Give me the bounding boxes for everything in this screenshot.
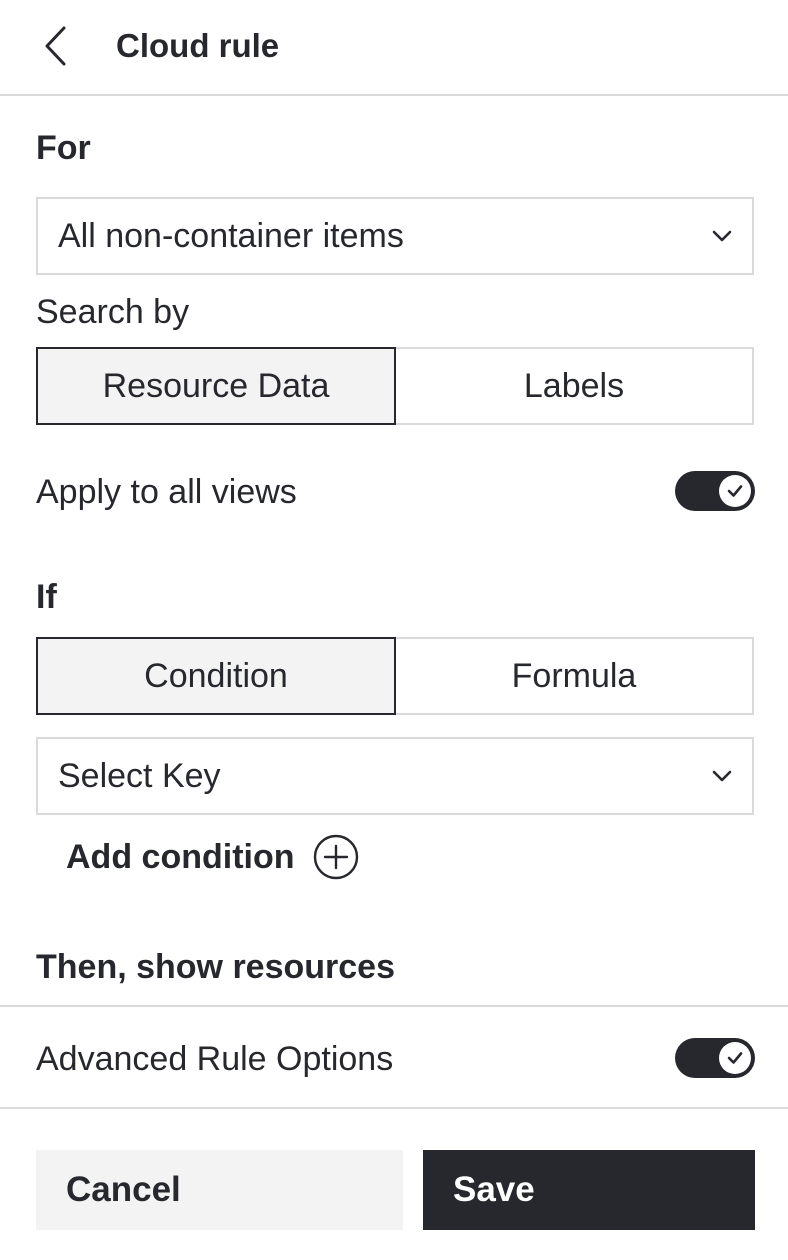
chevron-left-icon — [45, 26, 66, 66]
add-condition-button[interactable]: Add condition — [66, 834, 359, 880]
cancel-button[interactable]: Cancel — [36, 1150, 403, 1230]
toggle-knob — [719, 475, 751, 507]
check-icon — [727, 1052, 743, 1064]
for-select[interactable]: All non-container items — [36, 197, 754, 275]
select-key-dropdown[interactable]: Select Key — [36, 737, 754, 815]
save-button[interactable]: Save — [423, 1150, 755, 1230]
panel-header: Cloud rule — [0, 0, 788, 96]
page-title: Cloud rule — [116, 27, 280, 64]
for-section-title: For — [36, 129, 91, 167]
add-condition-label: Add condition — [66, 838, 295, 876]
if-mode-segmented-control: Condition Formula — [36, 637, 754, 715]
if-section-title: If — [36, 578, 57, 616]
if-mode-condition[interactable]: Condition — [36, 637, 396, 715]
search-by-labels[interactable]: Labels — [396, 349, 752, 423]
cloud-rule-panel: Cloud rule For All non-container items S… — [0, 0, 788, 1260]
toggle-knob — [719, 1042, 751, 1074]
divider — [0, 1107, 788, 1109]
apply-all-views-toggle[interactable] — [675, 471, 755, 511]
advanced-options-toggle[interactable] — [675, 1038, 755, 1078]
search-by-segmented-control: Resource Data Labels — [36, 347, 754, 425]
divider — [0, 1005, 788, 1007]
search-by-label: Search by — [36, 293, 190, 331]
plus-circle-icon — [313, 834, 358, 880]
advanced-options-label: Advanced Rule Options — [36, 1040, 394, 1078]
search-by-resource-data[interactable]: Resource Data — [36, 347, 396, 425]
select-key-value: Select Key — [58, 757, 221, 795]
then-section-title: Then, show resources — [36, 948, 395, 986]
chevron-down-icon — [712, 230, 732, 242]
chevron-down-icon — [712, 770, 732, 782]
check-icon — [727, 485, 743, 497]
if-mode-formula[interactable]: Formula — [396, 639, 752, 713]
for-select-value: All non-container items — [58, 217, 404, 255]
back-button[interactable] — [30, 18, 80, 74]
apply-all-views-label: Apply to all views — [36, 473, 297, 511]
